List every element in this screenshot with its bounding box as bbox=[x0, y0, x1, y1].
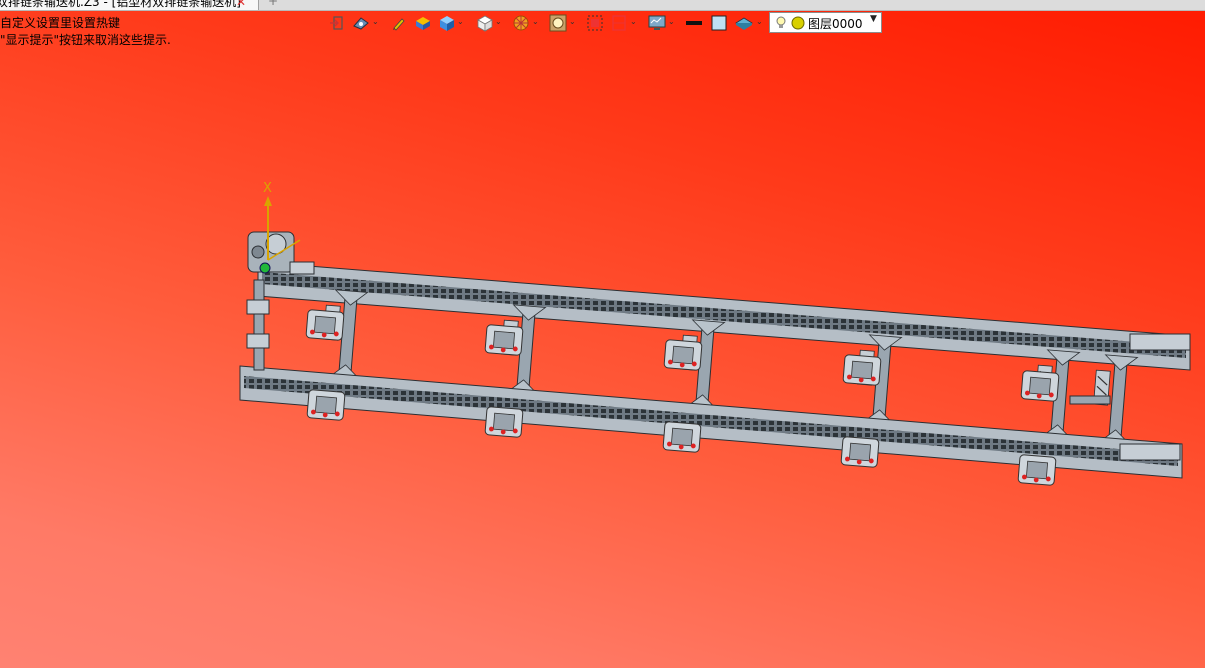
conveyor-model[interactable]: X bbox=[0, 0, 1205, 668]
tail-end-cap bbox=[1129, 333, 1191, 351]
tail-end-cap-lower bbox=[1119, 443, 1181, 461]
upper-chain-rail bbox=[257, 261, 1191, 371]
x-axis-label: X bbox=[263, 181, 272, 196]
graphics-viewport[interactable]: 双排链条输送机.Z3 - [铝型材双排链条输送机] ✕ + 自定义设置里设置热键… bbox=[0, 0, 1205, 668]
